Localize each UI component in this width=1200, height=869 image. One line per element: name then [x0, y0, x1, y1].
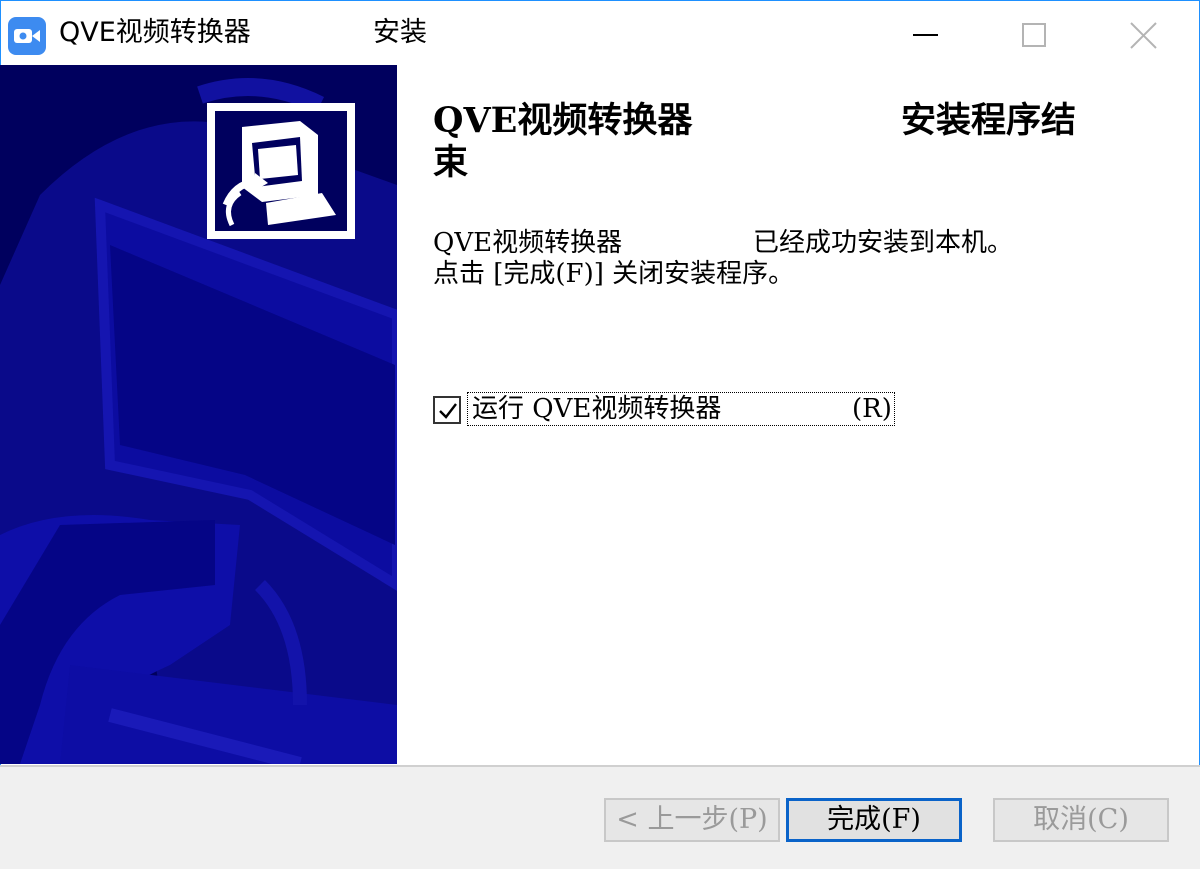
- window-title: QVE视频转换器: [59, 17, 251, 48]
- run-app-label-text: 运行 QVE视频转换器: [472, 394, 722, 424]
- cancel-button[interactable]: 取消(C): [993, 798, 1169, 842]
- installer-banner: [0, 65, 397, 764]
- title-rest-line1: 安装程序结: [901, 100, 1077, 141]
- description-line1: 已经成功安装到本机。: [753, 228, 1014, 258]
- title-bar[interactable]: QVE视频转换器 安装: [1, 1, 1199, 65]
- close-button[interactable]: [1093, 2, 1189, 64]
- checkmark-icon: [439, 403, 457, 419]
- video-camera-icon: [8, 17, 46, 55]
- banner-arrow-art: [0, 65, 397, 764]
- run-app-checkbox[interactable]: 运行 QVE视频转换器 (R): [433, 392, 897, 428]
- maximize-icon: [1022, 23, 1046, 47]
- finish-button[interactable]: 完成(F): [786, 798, 962, 842]
- run-app-label[interactable]: 运行 QVE视频转换器 (R): [467, 392, 895, 426]
- checkbox-box[interactable]: [433, 396, 461, 424]
- minimize-icon: [913, 34, 938, 36]
- run-app-shortcut: (R): [852, 394, 892, 424]
- minimize-button[interactable]: [877, 2, 973, 64]
- description-line2: 点击 [完成(F)] 关闭安装程序。: [433, 259, 795, 289]
- back-button[interactable]: < 上一步(P): [604, 798, 780, 842]
- title-app-name: QVE视频转换器: [433, 100, 693, 141]
- close-icon: [1130, 22, 1157, 49]
- maximize-button[interactable]: [985, 2, 1081, 64]
- description-app-name: QVE视频转换器: [433, 228, 623, 258]
- title-rest-line2: 束: [433, 142, 469, 183]
- window-title-suffix: 安装: [373, 17, 427, 48]
